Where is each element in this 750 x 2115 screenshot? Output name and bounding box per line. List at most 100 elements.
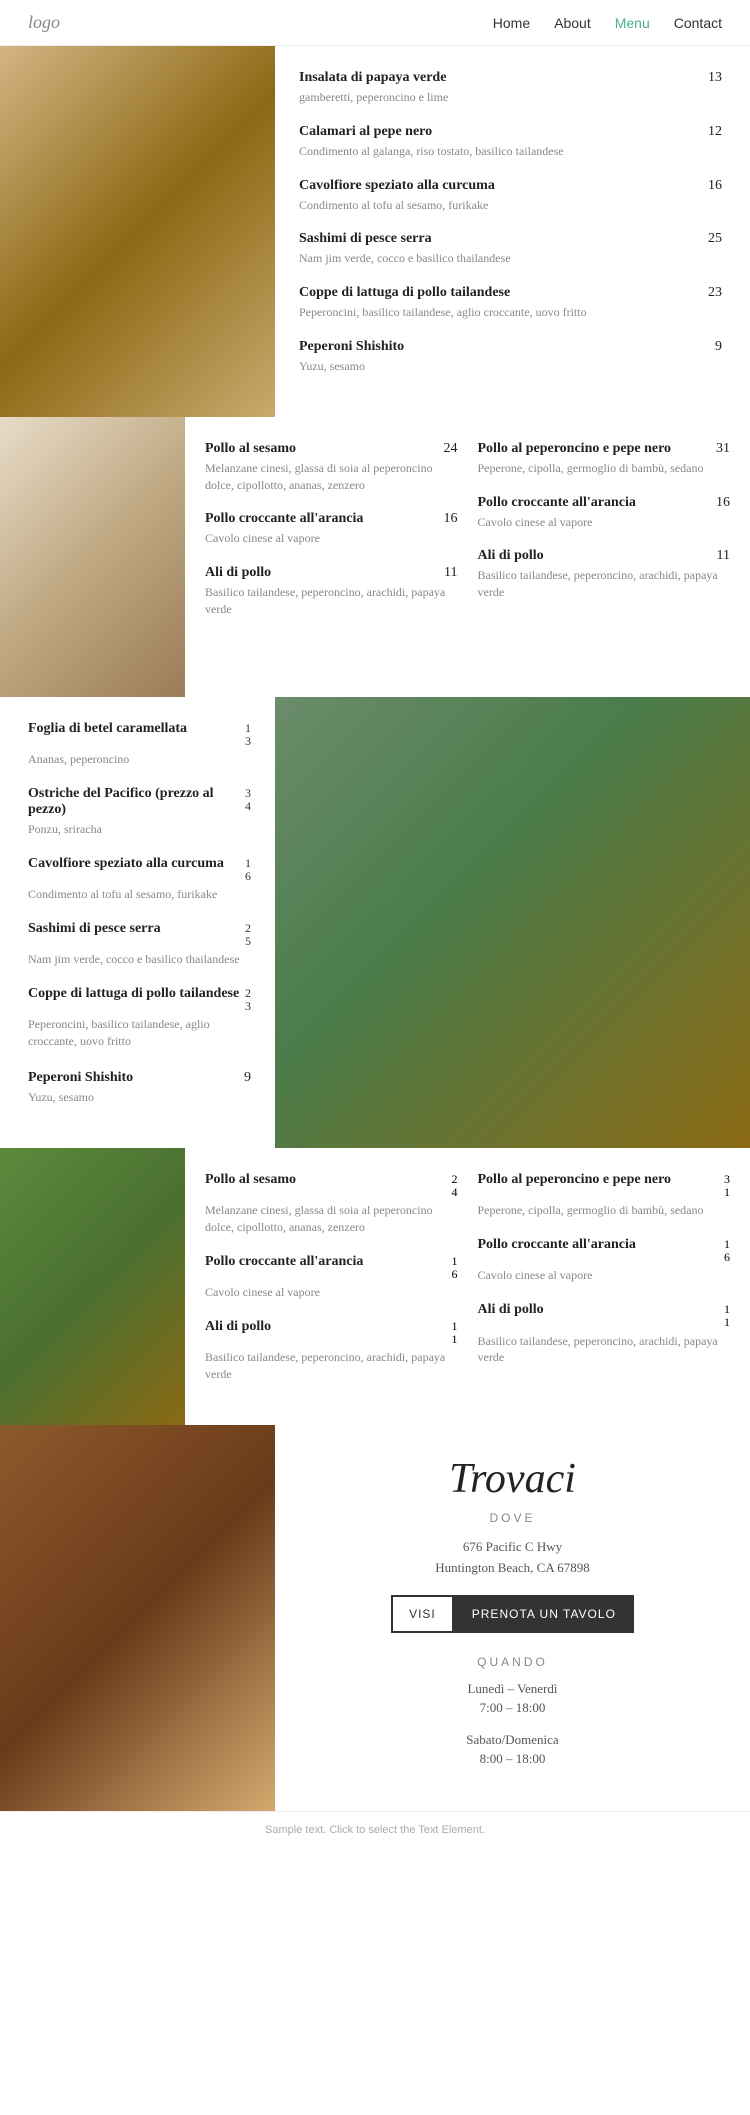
item-price: 25 (708, 231, 722, 247)
item-name: Cavolfiore speziato alla curcuma (299, 178, 495, 194)
item-name: Ali di pollo (478, 548, 544, 564)
address-line2: Huntington Beach, CA 67898 (435, 1560, 590, 1575)
address-line1: 676 Pacific C Hwy (463, 1539, 562, 1554)
menu-item: Cavolfiore speziato alla curcuma 16 Cond… (28, 856, 251, 903)
item-name: Pollo croccante all'arancia (205, 511, 363, 527)
nav-contact[interactable]: Contact (674, 15, 722, 31)
item-name: Sashimi di pesce serra (28, 921, 161, 937)
menu-item: Peperoni Shishito 9 Yuzu, sesamo (299, 339, 722, 375)
chicken2-right-col: Pollo al peperoncino e pepe nero 31 Pepe… (478, 1172, 731, 1401)
item-price: 16 (724, 1238, 730, 1264)
item-name: Insalata di papaya verde (299, 70, 446, 86)
item-price: 16 (245, 857, 251, 883)
item-price: 24 (452, 1173, 458, 1199)
quando-label: QUANDO (477, 1655, 548, 1669)
item-price: 13 (245, 722, 251, 748)
visit-button[interactable]: VISI (391, 1595, 454, 1633)
item-name: Pollo croccante all'arancia (478, 495, 636, 511)
menu-item: Pollo croccante all'arancia 16 Cavolo ci… (205, 1254, 458, 1301)
food-image-1 (0, 46, 275, 417)
chicken2-left-col: Pollo al sesamo 24 Melanzane cinesi, gla… (205, 1172, 458, 1401)
item-desc: Peperoncini, basilico tailandese, aglio … (28, 1016, 251, 1050)
item-name: Sashimi di pesce serra (299, 231, 432, 247)
item-name: Peperoni Shishito (299, 339, 404, 355)
item-desc: Basilico tailandese, peperoncino, arachi… (205, 1349, 458, 1383)
item-price: 25 (245, 922, 251, 948)
section-specials: Foglia di betel caramellata 13 Ananas, p… (0, 697, 750, 1148)
item-name: Pollo al peperoncino e pepe nero (478, 1172, 672, 1188)
menu-item: Pollo croccante all'arancia 16 Cavolo ci… (478, 495, 731, 531)
menu-item: Sashimi di pesce serra 25 Nam jim verde,… (28, 921, 251, 968)
item-name: Pollo al sesamo (205, 441, 296, 457)
menu-item: Foglia di betel caramellata 13 Ananas, p… (28, 721, 251, 768)
item-price: 16 (444, 511, 458, 527)
item-desc: Nam jim verde, cocco e basilico thailand… (28, 951, 251, 968)
nav-menu[interactable]: Menu (615, 15, 650, 31)
item-price: 16 (716, 495, 730, 511)
item-name: Pollo croccante all'arancia (478, 1237, 636, 1253)
menu-item: Ali di pollo 11 Basilico tailandese, pep… (478, 548, 731, 601)
item-name: Ali di pollo (478, 1302, 544, 1318)
item-name: Cavolfiore speziato alla curcuma (28, 856, 224, 872)
section-chicken-1: Pollo al sesamo 24 Melanzane cinesi, gla… (0, 417, 750, 697)
dove-label: DOVE (489, 1511, 535, 1525)
item-name: Ali di pollo (205, 1319, 271, 1335)
nav-home[interactable]: Home (493, 15, 530, 31)
item-price: 13 (708, 70, 722, 86)
restaurant-image (275, 697, 750, 1148)
item-desc: Peperone, cipolla, germoglio di bambù, s… (478, 1202, 731, 1219)
item-name: Peperoni Shishito (28, 1070, 133, 1086)
menu-item: Pollo croccante all'arancia 16 Cavolo ci… (205, 511, 458, 547)
address: 676 Pacific C Hwy Huntington Beach, CA 6… (435, 1537, 590, 1579)
item-desc: Ponzu, sriracha (28, 821, 251, 838)
item-name: Coppe di lattuga di pollo tailandese (299, 285, 510, 301)
item-desc: Cavolo cinese al vapore (478, 1267, 731, 1284)
menu-item: Coppe di lattuga di pollo tailandese 23 … (299, 285, 722, 321)
section-chicken-2: Pollo al sesamo 24 Melanzane cinesi, gla… (0, 1148, 750, 1425)
item-price: 31 (716, 441, 730, 457)
book-button[interactable]: PRENOTA UN TAVOLO (454, 1595, 634, 1633)
table-image (0, 417, 185, 697)
weekend-label: Sabato/Domenica (466, 1730, 558, 1750)
menu-item: Sashimi di pesce serra 25 Nam jim verde,… (299, 231, 722, 267)
weekend-hours: Sabato/Domenica 8:00 – 18:00 (466, 1730, 558, 1769)
item-price: 11 (724, 1303, 730, 1329)
chicken-menu-cols: Pollo al sesamo 24 Melanzane cinesi, gla… (185, 417, 750, 697)
chicken-right-col: Pollo al peperoncino e pepe nero 31 Pepe… (478, 441, 731, 673)
logo: logo (28, 12, 60, 33)
item-price: 9 (715, 339, 722, 355)
item-desc: Ananas, peperoncino (28, 751, 251, 768)
item-desc: Basilico tailandese, peperoncino, arachi… (205, 584, 458, 618)
item-desc: Cavolo cinese al vapore (205, 1284, 458, 1301)
menu-item: Pollo al sesamo 24 Melanzane cinesi, gla… (205, 441, 458, 494)
item-price: 12 (708, 124, 722, 140)
item-desc: Basilico tailandese, peperoncino, arachi… (478, 567, 731, 601)
item-name: Pollo croccante all'arancia (205, 1254, 363, 1270)
menu-item: Coppe di lattuga di pollo tailandese 23 … (28, 986, 251, 1050)
navigation: logo Home About Menu Contact (0, 0, 750, 46)
menu-item: Pollo al peperoncino e pepe nero 31 Pepe… (478, 441, 731, 477)
item-price: 16 (452, 1255, 458, 1281)
nav-about[interactable]: About (554, 15, 591, 31)
action-buttons: VISI PRENOTA UN TAVOLO (391, 1595, 634, 1633)
item-desc: Cavolo cinese al vapore (205, 530, 458, 547)
specials-menu: Foglia di betel caramellata 13 Ananas, p… (0, 697, 275, 1148)
item-price: 9 (244, 1068, 251, 1086)
weekday-time: 7:00 – 18:00 (467, 1698, 557, 1718)
item-name: Coppe di lattuga di pollo tailandese (28, 986, 239, 1002)
item-desc: Condimento al tofu al sesamo, furikake (299, 197, 722, 214)
menu-item: Ali di pollo 11 Basilico tailandese, pep… (205, 565, 458, 618)
trovaci-section: Trovaci DOVE 676 Pacific C Hwy Huntingto… (0, 1425, 750, 1811)
item-desc: gamberetti, peperoncino e lime (299, 89, 722, 106)
item-name: Pollo al peperoncino e pepe nero (478, 441, 672, 457)
chicken2-menu-cols: Pollo al sesamo 24 Melanzane cinesi, gla… (185, 1148, 750, 1425)
item-desc: Cavolo cinese al vapore (478, 514, 731, 531)
menu-item: Peperoni Shishito 9 Yuzu, sesamo (28, 1068, 251, 1106)
menu-item: Pollo al sesamo 24 Melanzane cinesi, gla… (205, 1172, 458, 1236)
people-image (0, 1425, 275, 1811)
item-price: 11 (717, 548, 730, 564)
menu-item: Pollo al peperoncino e pepe nero 31 Pepe… (478, 1172, 731, 1219)
menu-item: Insalata di papaya verde 13 gamberetti, … (299, 70, 722, 106)
item-price: 11 (452, 1320, 458, 1346)
starters-menu: Insalata di papaya verde 13 gamberetti, … (275, 46, 750, 417)
